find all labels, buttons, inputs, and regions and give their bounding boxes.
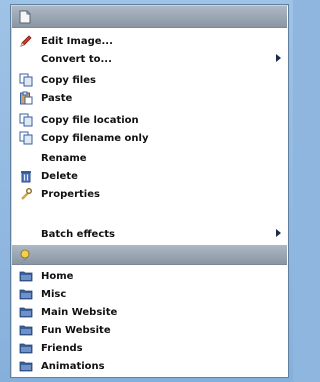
- menu-item-convert-to[interactable]: Convert to...: [12, 50, 287, 68]
- menu-header: [12, 6, 287, 28]
- copy-files-icon: [18, 72, 34, 88]
- folder-item-fun-website[interactable]: Fun Website: [12, 321, 287, 339]
- folder-item-animations[interactable]: Animations: [12, 357, 287, 375]
- folder-item-main-website[interactable]: Main Website: [12, 303, 287, 321]
- context-menu: Edit Image... Convert to... Copy files P…: [10, 4, 289, 378]
- wrench-icon: [18, 186, 34, 202]
- file-icon: [18, 10, 32, 24]
- menu-item-edit-image[interactable]: Edit Image...: [12, 32, 287, 50]
- copy-location-icon: [18, 112, 34, 128]
- menu-item-rename[interactable]: Rename: [12, 149, 287, 167]
- folder-icon: [18, 286, 34, 302]
- paste-icon: [18, 90, 34, 106]
- menu-item-delete[interactable]: Delete: [12, 167, 287, 185]
- window-frame: Edit Image... Convert to... Copy files P…: [0, 0, 293, 382]
- folder-icon: [18, 304, 34, 320]
- folder-icon: [18, 340, 34, 356]
- folder-icon: [18, 358, 34, 374]
- folder-item-home[interactable]: Home: [12, 267, 287, 285]
- submenu-arrow-icon: [276, 54, 281, 62]
- menu-item-copy-files[interactable]: Copy files: [12, 71, 287, 89]
- copy-filename-icon: [18, 130, 34, 146]
- menu-item-copy-file-location[interactable]: Copy file location: [12, 111, 287, 129]
- pencil-icon: [18, 33, 34, 49]
- menu-item-copy-filename-only[interactable]: Copy filename only: [12, 129, 287, 147]
- menu-item-batch-effects[interactable]: Batch effects: [12, 225, 287, 243]
- folder-item-misc[interactable]: Misc: [12, 285, 287, 303]
- menu-item-paste[interactable]: Paste: [12, 89, 287, 107]
- submenu-arrow-icon: [276, 229, 281, 237]
- folder-icon: [18, 322, 34, 338]
- folder-item-friends[interactable]: Friends: [12, 339, 287, 357]
- menu-item-properties[interactable]: Properties: [12, 185, 287, 203]
- folder-lightbulb-icon: [18, 248, 32, 262]
- folders-section-header: [12, 245, 287, 265]
- trash-icon: [18, 168, 34, 184]
- folder-icon: [18, 268, 34, 284]
